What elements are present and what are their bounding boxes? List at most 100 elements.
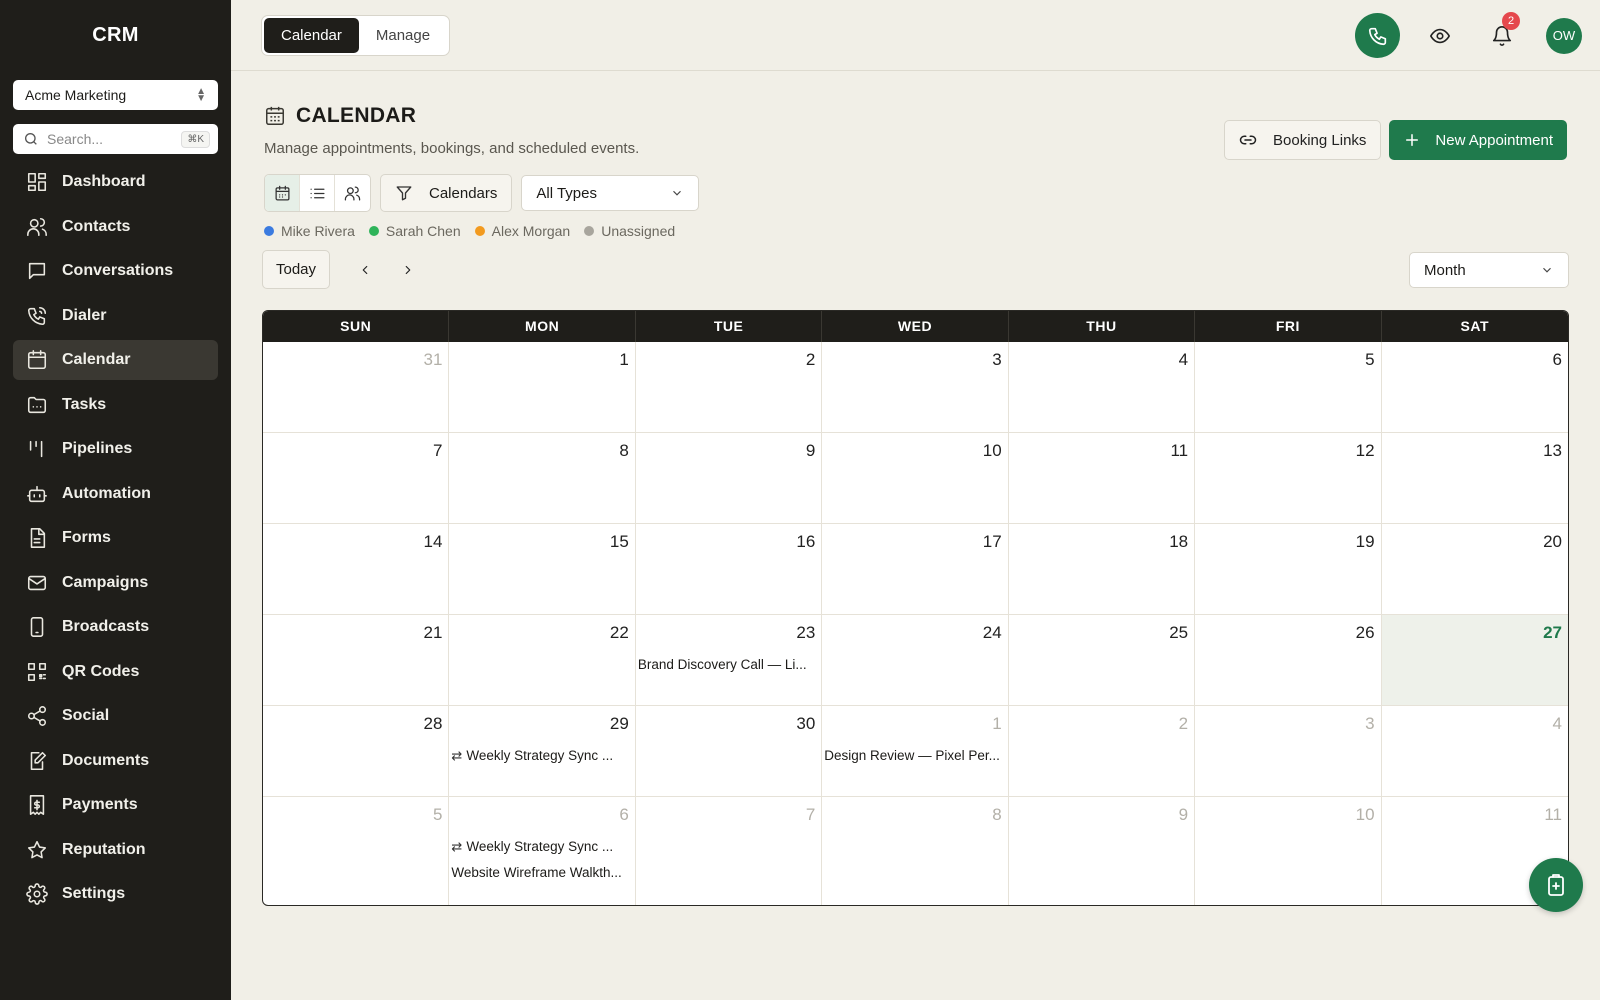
calendar-day[interactable]: 14 — [263, 524, 450, 615]
calendar-day[interactable]: 15 — [449, 524, 636, 615]
notifications-button[interactable]: 2 — [1480, 11, 1524, 58]
avatar[interactable]: OW — [1546, 17, 1582, 54]
calendar-day[interactable]: 6 — [1381, 342, 1568, 433]
visibility-button[interactable] — [1418, 14, 1462, 58]
day-number: 1 — [992, 714, 1002, 733]
sidebar-item-reputation[interactable]: Reputation — [13, 830, 218, 870]
sidebar-item-label: Documents — [62, 751, 150, 769]
calendar-day[interactable]: 21 — [263, 615, 450, 706]
calendar-day[interactable]: 24 — [822, 615, 1009, 706]
calendar-day[interactable]: 31 — [263, 342, 450, 433]
calendar-day[interactable]: 1 Design Review — Pixel Per... — [822, 706, 1009, 797]
calendars-filter-button[interactable]: Calendars — [380, 174, 513, 212]
view-range-select[interactable]: Month — [1409, 252, 1569, 288]
quick-task-button[interactable] — [1529, 858, 1583, 912]
receipt-icon — [29, 795, 45, 815]
calendar-day[interactable]: 2 — [1008, 706, 1196, 797]
legend-dot — [264, 226, 274, 236]
team-view-button[interactable] — [335, 175, 370, 211]
sidebar-item-documents[interactable]: Documents — [13, 741, 218, 781]
sidebar-item-dialer[interactable]: Dialer — [13, 296, 218, 336]
calendar-day[interactable]: 7 — [636, 797, 823, 905]
calendar-day[interactable]: 8 — [822, 797, 1009, 905]
page-title: CALENDAR — [296, 104, 417, 127]
sidebar-item-social[interactable]: Social — [13, 696, 218, 736]
calendar-day[interactable]: 19 — [1195, 524, 1382, 615]
sidebar-item-broadcasts[interactable]: Broadcasts — [13, 607, 218, 647]
calendar-event[interactable]: Website Wireframe Walkth... — [451, 863, 632, 889]
calendar-day[interactable]: 9 — [1009, 797, 1196, 905]
list-view-button[interactable] — [300, 175, 335, 211]
calendar-event[interactable]: ⇄ Weekly Strategy Sync ... — [451, 746, 632, 772]
sidebar-item-tasks[interactable]: Tasks — [13, 385, 218, 425]
calendar-day[interactable]: 30 — [635, 706, 823, 797]
calendar-day[interactable]: 5 — [1195, 342, 1382, 433]
calendar-day[interactable]: 6 ⇄ Weekly Strategy Sync ... Website Wirefr… — [449, 797, 636, 905]
calendar-day[interactable]: 11 — [1008, 433, 1196, 524]
calendar-day[interactable]: 16 — [635, 524, 823, 615]
sidebar-item-qr-codes[interactable]: QR Codes — [13, 652, 218, 692]
calendar-day[interactable]: 29 ⇄ Weekly Strategy Sync ... — [449, 706, 636, 797]
calendar-day[interactable]: 3 — [1195, 706, 1382, 797]
sidebar-item-forms[interactable]: Forms — [13, 518, 218, 558]
new-appointment-button[interactable]: New Appointment — [1389, 120, 1567, 160]
calendar-day[interactable]: 12 — [1195, 433, 1382, 524]
search-input[interactable]: Search... ⌘K — [13, 124, 218, 154]
calendar-event[interactable]: Brand Discovery Call — Li... — [638, 655, 819, 681]
calendar-day[interactable]: 25 — [1008, 615, 1196, 706]
sidebar-item-pipelines[interactable]: Pipelines — [13, 429, 218, 469]
calendar-day[interactable]: 4 — [1381, 706, 1568, 797]
previous-month-button[interactable] — [350, 255, 380, 285]
calendar-day[interactable]: 7 — [263, 433, 450, 524]
calendar-day[interactable]: 18 — [1008, 524, 1196, 615]
sidebar-item-dashboard[interactable]: Dashboard — [13, 162, 218, 202]
organization-select[interactable]: Acme Marketing ▲ ▼ — [13, 80, 218, 110]
sidebar-item-campaigns[interactable]: Campaigns — [13, 563, 218, 603]
sidebar-item-contacts[interactable]: Contacts — [13, 207, 218, 247]
day-number: 11 — [1544, 805, 1562, 824]
sidebar-item-payments[interactable]: Payments — [13, 785, 218, 825]
type-select[interactable]: All Types — [521, 175, 700, 211]
tab-calendar[interactable]: Calendar — [264, 18, 359, 53]
calendar-day[interactable]: 22 — [449, 615, 636, 706]
sidebar-item-settings[interactable]: Settings — [13, 874, 218, 914]
legend-label: Unassigned — [601, 223, 676, 239]
calendar-day[interactable]: 2 — [635, 342, 823, 433]
calendar-day[interactable]: 10 — [1195, 797, 1382, 905]
next-month-button[interactable] — [393, 255, 423, 285]
sidebar-item-calendar[interactable]: Calendar — [13, 340, 218, 380]
top-actions: 2 OW — [1355, 11, 1582, 58]
calendar-view-button[interactable] — [265, 175, 300, 211]
booking-links-button[interactable]: Booking Links — [1224, 120, 1382, 160]
legend-item: Sarah Chen — [368, 223, 461, 239]
day-number: 19 — [1355, 532, 1375, 551]
day-number: 10 — [982, 441, 1002, 460]
calendar-day-today[interactable]: 27 — [1381, 615, 1568, 706]
tab-manage[interactable]: Manage — [359, 18, 447, 53]
calendar-day[interactable]: 26 — [1195, 615, 1382, 706]
today-button[interactable]: Today — [262, 250, 331, 289]
calendar-day[interactable]: 8 — [449, 433, 636, 524]
calendar-day[interactable]: 23 Brand Discovery Call — Li... — [635, 615, 823, 706]
calendar-event[interactable]: ⇄ Weekly Strategy Sync ... — [451, 837, 632, 863]
sidebar-item-automation[interactable]: Automation — [13, 474, 218, 514]
calendar-event[interactable]: Design Review — Pixel Per... — [824, 746, 1005, 772]
calendar-day[interactable]: 4 — [1008, 342, 1196, 433]
calendar-day[interactable]: 17 — [822, 524, 1009, 615]
calendar-day[interactable]: 10 — [822, 433, 1009, 524]
calendar-day[interactable]: 9 — [635, 433, 823, 524]
calendar-day[interactable]: 5 — [263, 797, 450, 905]
users-icon — [27, 217, 47, 236]
calendar-day[interactable]: 3 — [822, 342, 1009, 433]
call-button[interactable] — [1355, 13, 1400, 58]
sidebar-item-label: Broadcasts — [62, 618, 150, 635]
calendar-day[interactable]: 1 — [449, 342, 636, 433]
calendar-day[interactable]: 28 — [263, 706, 450, 797]
weekday-header: SUN MON TUE WED THU FRI SAT — [263, 311, 1568, 342]
sidebar-item-conversations[interactable]: Conversations — [13, 251, 218, 291]
calendar-day[interactable]: 13 — [1381, 433, 1568, 524]
repeat-icon: ⇄ — [451, 839, 463, 854]
sidebar-item-label: Reputation — [62, 840, 146, 858]
day-number: 28 — [423, 714, 443, 733]
calendar-day[interactable]: 20 — [1381, 524, 1568, 615]
